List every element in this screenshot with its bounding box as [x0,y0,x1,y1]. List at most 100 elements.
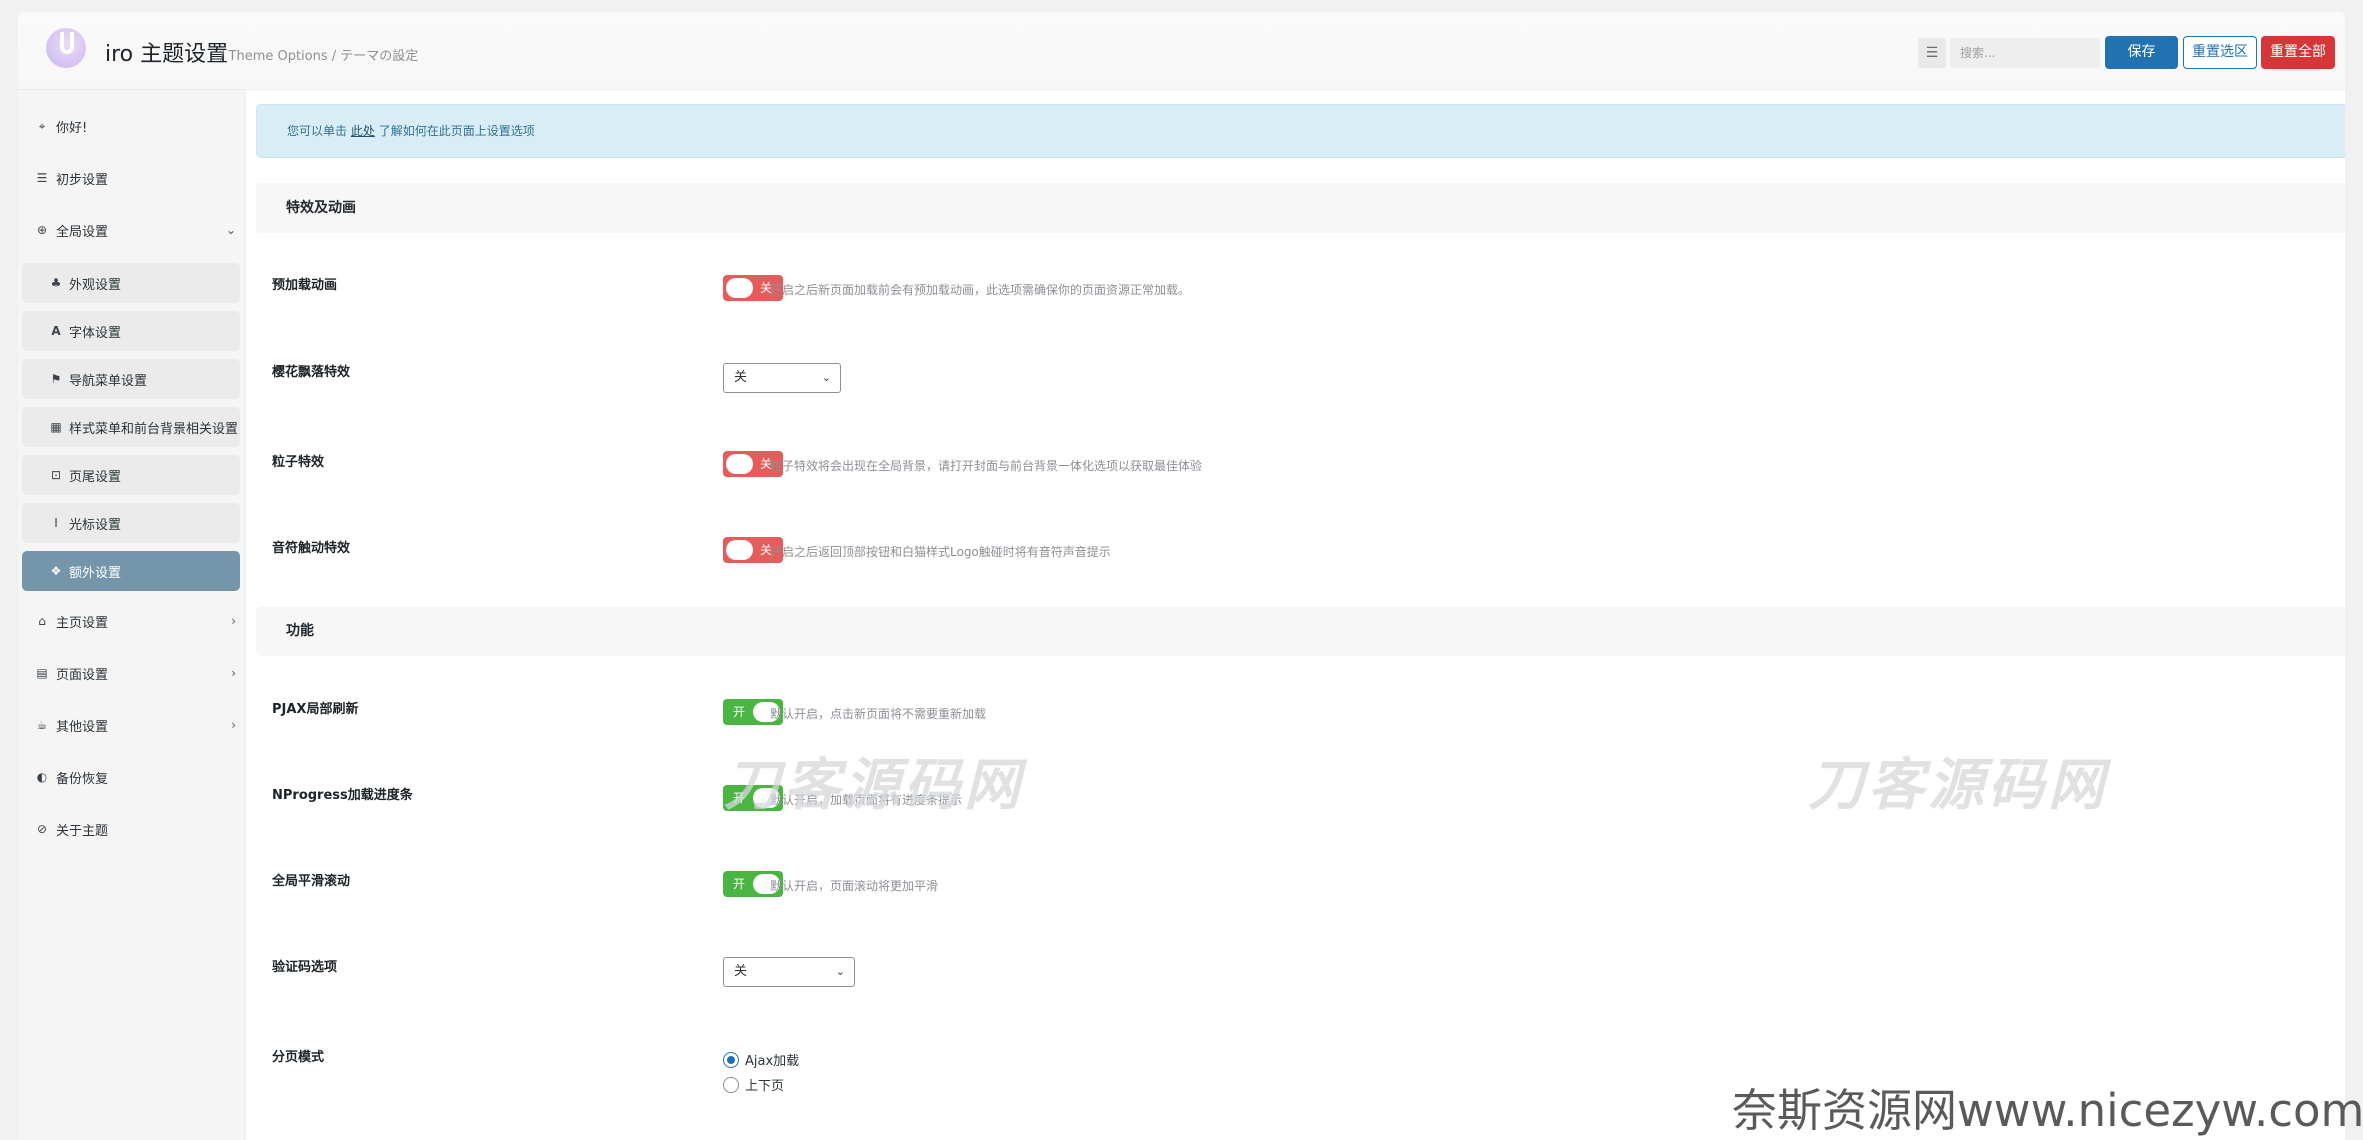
radio-label: 上下页 [745,1079,785,1094]
toggle-state: 开 [733,877,746,891]
sidebar-item-label: 其他设置 [56,719,109,735]
sidebar-item-home[interactable]: ⌂ 主页设置 › [18,597,246,645]
page-title: iro 主题设置 [105,42,229,67]
tree-icon: ♣ [50,276,62,290]
coffee-icon: ☕ [36,718,48,732]
expand-icon[interactable]: ☰ [1918,38,1946,68]
sidebar-subitem-label: 字体设置 [69,325,122,341]
notes-label: 音符触动特效 [272,541,351,556]
sidebar-subitem-label: 光标设置 [69,517,122,533]
captcha-label: 验证码选项 [272,960,338,975]
sidebar-item-basic[interactable]: ☰ 初步设置 [18,154,246,202]
logo-icon [46,28,86,68]
sidebar-item-global[interactable]: ⊕ 全局设置 ⌄ [18,206,246,254]
paperclip-icon: ⊘ [36,822,48,836]
sidebar-subitem-label: 样式菜单和前台背景相关设置 [69,421,239,437]
smooth-scroll-desc: 默认开启，页面滚动将更加平滑 [770,879,939,893]
particles-desc: 粒子特效将会出现在全局背景，请打开封面与前台背景一体化选项以获取最佳体验 [770,459,1203,473]
chevron-right-icon: › [231,718,236,732]
notice-prefix: 您可以单击 [287,124,348,138]
pjax-label: PJAX局部刷新 [272,702,359,717]
toggle-knob [726,278,753,298]
grid-icon: ▦ [50,420,62,434]
main-content: 您可以单击 此处 了解如何在此页面上设置选项 特效及动画 预加载动画 关 开启之… [246,90,2345,1140]
captcha-select[interactable]: 关 ⌄ [723,957,855,987]
sidebar: ⌖ 你好! ☰ 初步设置 ⊕ 全局设置 ⌄ ♣ 外观设置 A 字体设置 ⚑ 导航… [18,90,246,1140]
home-icon: ⌂ [38,614,46,628]
sidebar-item-page[interactable]: ▤ 页面设置 › [18,649,246,697]
notes-desc: 开启之后返回顶部按钮和白猫样式Logo触碰时将有音符声音提示 [770,545,1111,559]
font-icon: A [51,324,61,338]
chevron-right-icon: › [231,666,236,680]
location-icon: ⌖ [38,118,46,133]
toggle-knob [726,540,753,560]
search-input[interactable] [1950,38,2100,68]
sidebar-subitem-nav-menu[interactable]: ⚑ 导航菜单设置 [22,359,240,399]
pagination-option-ajax[interactable]: Ajax加载 [723,1050,799,1069]
sidebar-item-label: 关于主题 [56,823,109,839]
sidebar-subitem-label: 外观设置 [69,277,122,293]
signs-icon: ⚑ [50,372,62,386]
sidebar-item-label: 页面设置 [56,667,109,683]
chevron-down-icon: ⌄ [835,965,845,978]
sakura-label: 樱花飘落特效 [272,365,351,380]
help-link[interactable]: 此处 [351,124,375,138]
cursor-icon: I [54,516,58,530]
sidebar-subitem-style-menu[interactable]: ▦ 样式菜单和前台背景相关设置 [22,407,240,447]
radio-button[interactable] [723,1076,739,1093]
sidebar-item-about[interactable]: ⊘ 关于主题 [18,805,246,853]
select-value: 关 [734,964,748,979]
smooth-scroll-label: 全局平滑滚动 [272,874,351,889]
help-notice: 您可以单击 此处 了解如何在此页面上设置选项 [256,104,2345,158]
header-bar: iro 主题设置 / Theme Options / テーマの設定 ☰ 保存 重… [18,12,2345,90]
sidebar-subitem-cursor[interactable]: I 光标设置 [22,503,240,543]
section-features: 功能 [256,606,2345,656]
sidebar-item-label: 初步设置 [56,172,109,188]
file-icon: ▤ [36,666,48,680]
pagination-option-prevnext[interactable]: 上下页 [723,1075,784,1094]
sidebar-item-label: 备份恢复 [56,771,109,787]
section-effects: 特效及动画 [256,183,2345,233]
reset-section-button[interactable]: 重置选区 [2183,36,2257,69]
globe-icon: ⊕ [36,223,48,237]
notice-suffix: 了解如何在此页面上设置选项 [378,124,535,138]
particles-label: 粒子特效 [272,455,325,470]
toggle-knob [726,454,753,474]
breadcrumb: / Theme Options / テーマの設定 [220,49,419,64]
sidebar-item-other[interactable]: ☕ 其他设置 › [18,701,246,749]
sidebar-subitem-font[interactable]: A 字体设置 [22,311,240,351]
nprogress-label: NProgress加载进度条 [272,788,413,803]
watermark-right: 刀客源码网 [1808,753,2108,818]
pagination-label: 分页模式 [272,1050,325,1065]
sidebar-subitem-appearance[interactable]: ♣ 外观设置 [22,263,240,303]
radio-label: Ajax加载 [745,1054,800,1069]
preload-label: 预加载动画 [272,278,338,293]
save-button[interactable]: 保存 [2105,36,2178,69]
footer-watermark: 奈斯资源网www.nicezyw.com [1732,1084,2363,1137]
radio-button[interactable] [723,1051,739,1068]
sidebar-subitem-extra[interactable]: ❖ 额外设置 [22,551,240,591]
watermark-center: 刀客源码网 [724,753,1024,818]
sidebar-subitem-label: 页尾设置 [69,469,122,485]
sidebar-item-label: 全局设置 [56,224,109,240]
chevron-right-icon: › [231,614,236,628]
chevron-down-icon: ⌄ [225,223,236,237]
options-panel: iro 主题设置 / Theme Options / テーマの設定 ☰ 保存 重… [18,12,2345,1140]
sidebar-item-label: 你好! [56,120,88,136]
select-value: 关 [734,370,748,385]
sakura-select[interactable]: 关 ⌄ [723,363,841,393]
chevron-down-icon: ⌄ [821,371,831,384]
sidebar-item-hello[interactable]: ⌖ 你好! [18,102,246,150]
sidebar-item-label: 主页设置 [56,615,109,631]
pjax-desc: 默认开启，点击新页面将不需要重新加载 [770,707,987,721]
sliders-icon: ☰ [36,171,48,185]
sidebar-item-backup[interactable]: ◐ 备份恢复 [18,753,246,801]
sidebar-subitem-label: 额外设置 [69,565,122,581]
sidebar-subitem-label: 导航菜单设置 [69,373,148,389]
reset-all-button[interactable]: 重置全部 [2261,36,2335,69]
gift-icon: ❖ [50,564,62,578]
square-icon: ⊡ [50,468,62,482]
shield-icon: ◐ [36,770,48,784]
toggle-state: 开 [733,705,746,719]
sidebar-subitem-footer[interactable]: ⊡ 页尾设置 [22,455,240,495]
